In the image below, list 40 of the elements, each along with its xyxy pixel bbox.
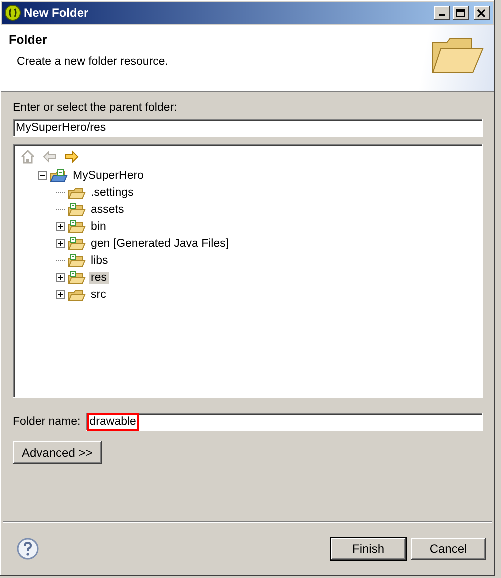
tagged-folder-icon	[68, 270, 86, 284]
window-title: New Folder	[24, 6, 90, 20]
finish-button[interactable]: Finish	[331, 538, 406, 560]
forward-arrow-icon[interactable]	[64, 149, 80, 165]
cancel-button[interactable]: Cancel	[411, 538, 486, 560]
tagged-folder-icon	[68, 202, 86, 216]
expand-icon[interactable]	[56, 273, 65, 282]
minimize-button[interactable]	[434, 6, 450, 20]
folder-name-label: Folder name:	[13, 416, 81, 428]
app-icon	[5, 5, 21, 21]
expand-icon[interactable]	[56, 290, 65, 299]
tree-item[interactable]: gen [Generated Java Files]	[89, 238, 232, 250]
close-button[interactable]	[474, 6, 490, 20]
maximize-icon	[456, 8, 466, 18]
tree-item[interactable]: MySuperHero	[71, 170, 146, 182]
expand-icon[interactable]	[56, 239, 65, 248]
folder-icon	[68, 288, 86, 302]
parent-folder-field[interactable]: MySuperHero/res	[13, 119, 483, 137]
maximize-button[interactable]	[453, 6, 469, 20]
tree-item[interactable]: libs	[89, 254, 110, 266]
folder-icon	[68, 186, 86, 200]
help-icon[interactable]	[17, 538, 39, 560]
close-icon	[477, 8, 487, 18]
tagged-folder-icon	[68, 236, 86, 250]
folder-name-field[interactable]: drawable	[86, 413, 483, 431]
expand-icon[interactable]	[56, 222, 65, 231]
tree-item[interactable]: assets	[89, 204, 126, 216]
tagged-folder-icon	[68, 254, 86, 268]
page-title: Folder	[9, 33, 48, 47]
tree-item[interactable]: bin	[89, 220, 108, 232]
project-folder-icon	[50, 168, 68, 182]
tree-item[interactable]: src	[89, 288, 108, 300]
tree-item[interactable]: res	[89, 272, 109, 284]
parent-folder-label: Enter or select the parent folder:	[13, 102, 178, 114]
tree-item[interactable]: .settings	[89, 186, 136, 198]
collapse-icon[interactable]	[38, 171, 47, 180]
advanced-button[interactable]: Advanced >>	[13, 441, 102, 464]
page-description: Create a new folder resource.	[17, 56, 170, 68]
tagged-folder-icon	[68, 220, 86, 234]
minimize-icon	[439, 14, 445, 16]
